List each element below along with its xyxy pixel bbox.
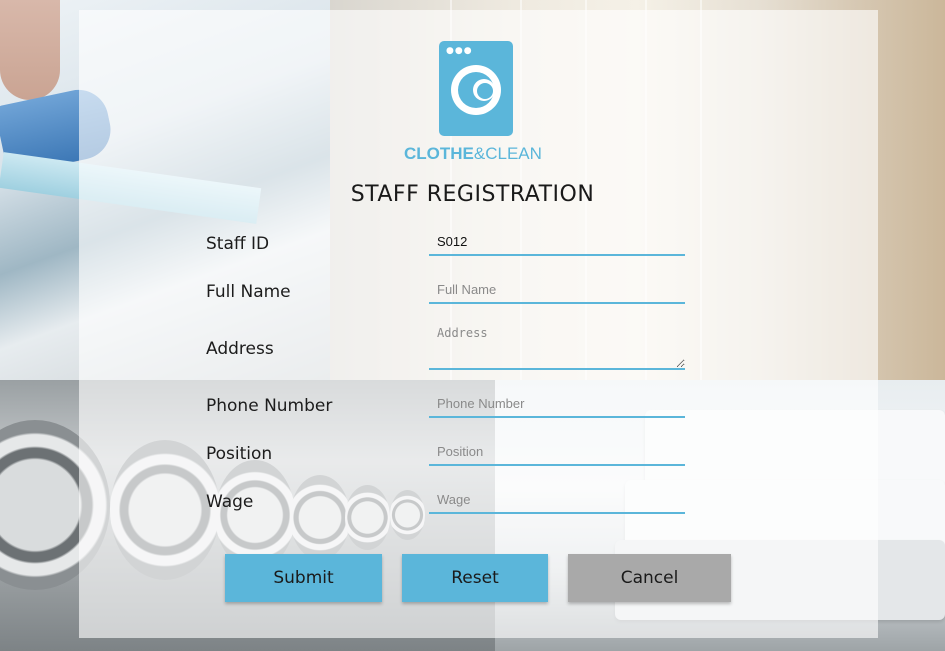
wage-field[interactable] (429, 486, 685, 514)
position-label: Position (206, 444, 273, 464)
full-name-field[interactable] (429, 276, 685, 304)
staff-id-field[interactable] (429, 228, 685, 256)
address-field[interactable] (429, 326, 685, 370)
brand-name: CLOTHE&CLEAN (404, 144, 542, 163)
reset-button[interactable]: Reset (402, 554, 548, 602)
position-field[interactable] (429, 438, 685, 466)
phone-number-label: Phone Number (206, 396, 333, 416)
address-label: Address (206, 339, 274, 359)
full-name-label: Full Name (206, 282, 291, 302)
submit-button[interactable]: Submit (225, 554, 382, 602)
staff-id-label: Staff ID (206, 234, 270, 254)
wage-label: Wage (206, 492, 254, 512)
cancel-button[interactable]: Cancel (568, 554, 731, 602)
page-title: STAFF REGISTRATION (350, 182, 595, 207)
washing-machine-logo-icon: ●●● (439, 41, 513, 136)
phone-number-field[interactable] (429, 390, 685, 418)
